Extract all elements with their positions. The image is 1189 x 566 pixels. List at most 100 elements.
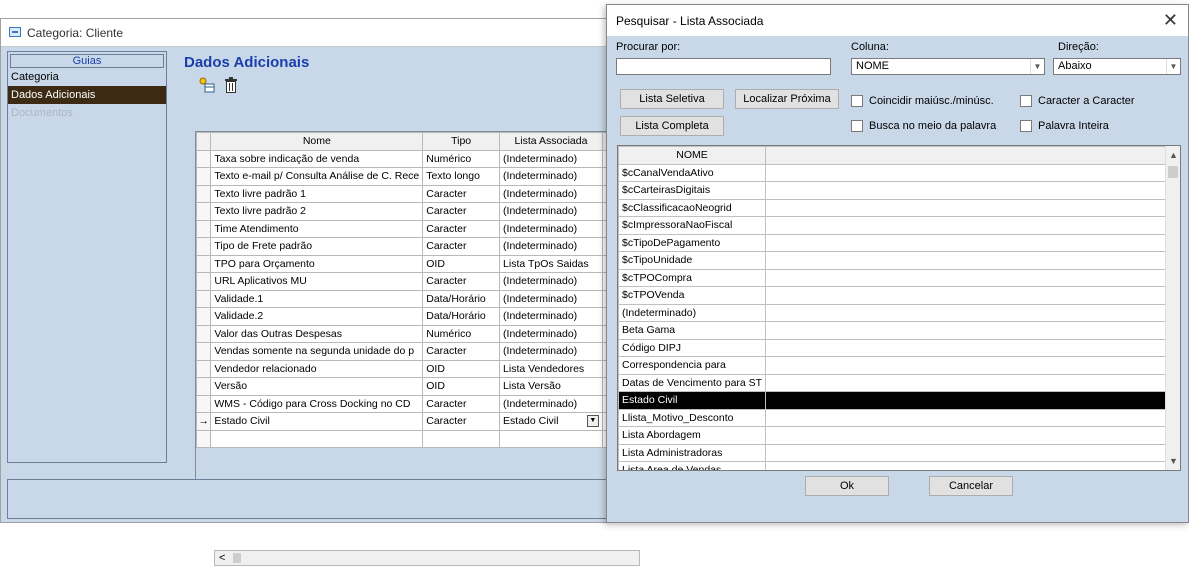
row-indicator[interactable] (195, 342, 212, 361)
list-item-nome[interactable]: Lista Abordagem (618, 426, 767, 445)
cell-nome[interactable]: Validade.1 (210, 289, 424, 308)
row-indicator[interactable] (195, 289, 212, 308)
list-item-nome[interactable]: Lista Administradoras (618, 443, 767, 462)
cell-tipo[interactable]: Caracter (422, 412, 501, 431)
list-item[interactable]: (Indeterminado) (618, 303, 1168, 322)
checkbox-box[interactable] (851, 95, 863, 108)
cell-lista[interactable]: (Indeterminado) (499, 342, 603, 361)
table-row[interactable]: Tipo de Frete padrão Caracter (Indetermina… (195, 237, 621, 256)
list-item-nome[interactable]: (Indeterminado) (618, 303, 767, 322)
dropdown-arrow-icon[interactable]: ▼ (586, 415, 599, 427)
localizar-proxima-button[interactable]: Localizar Próxima (735, 89, 839, 109)
list-item-blank[interactable] (765, 443, 1168, 462)
table-row[interactable]: URL Aplicativos MU Caracter (Indeterminado… (195, 272, 621, 291)
cell-tipo[interactable]: Caracter (422, 342, 501, 361)
row-indicator[interactable] (195, 359, 212, 378)
table-row[interactable]: Validade.2Data/Horário(Indeterminado)9 (195, 307, 621, 326)
list-item[interactable]: $cTPOVenda (618, 286, 1168, 305)
cell-nome[interactable]: Tipo de Frete padrão (210, 237, 424, 256)
cell-nome[interactable]: TPO para Orçamento (210, 254, 424, 273)
list-item-nome[interactable]: $cCarteirasDigitais (618, 181, 767, 200)
list-item-blank[interactable] (765, 338, 1168, 357)
cell-tipo[interactable]: Caracter (422, 272, 501, 291)
empty-row[interactable] (195, 429, 621, 448)
ok-button[interactable]: Ok (805, 476, 889, 496)
cell-tipo[interactable]: OID (422, 254, 501, 273)
list-item-blank[interactable] (765, 391, 1168, 410)
list-item-nome[interactable]: Beta Gama (618, 321, 767, 340)
list-item-nome[interactable]: $cTPOCompra (618, 268, 767, 287)
table-row[interactable]: Taxa sobre indicação de venda Numérico (In… (195, 149, 621, 168)
list-item[interactable]: Beta Gama (618, 321, 1168, 340)
search-input[interactable] (616, 58, 831, 75)
cell-lista[interactable]: (Indeterminado) (499, 202, 603, 221)
cell-lista[interactable]: (Indeterminado) (499, 167, 603, 186)
list-item-nome[interactable]: Datas de Vencimento para ST (618, 373, 767, 392)
whole-word-checkbox[interactable]: Palavra Inteira (1020, 120, 1109, 134)
list-item-nome[interactable]: Estado Civil (618, 391, 767, 410)
list-item-blank[interactable] (765, 356, 1168, 375)
list-item-blank[interactable] (765, 408, 1168, 427)
cancelar-button[interactable]: Cancelar (929, 476, 1013, 496)
list-item-nome[interactable]: $cTPOVenda (618, 286, 767, 305)
cell-tipo[interactable]: Caracter (422, 184, 501, 203)
cell-nome[interactable]: Estado Civil (210, 412, 424, 431)
table-row[interactable]: Time Atendimento Caracter (Indeterminado) (195, 219, 621, 238)
direction-select[interactable]: Abaixo ▼ (1053, 58, 1181, 75)
row-indicator[interactable] (195, 237, 212, 256)
cell-lista[interactable]: (Indeterminado) (499, 394, 603, 413)
list-item-blank[interactable] (765, 321, 1168, 340)
list-item-nome[interactable]: $cTipoDePagamento (618, 233, 767, 252)
row-indicator[interactable] (195, 394, 212, 413)
list-item[interactable]: Código DIPJ (618, 338, 1168, 357)
cell-lista[interactable]: Lista TpOs Saidas (499, 254, 603, 273)
list-item[interactable]: $cTipoDePagamento (618, 233, 1168, 252)
list-item-blank[interactable] (765, 373, 1168, 392)
row-indicator[interactable] (195, 429, 212, 448)
lista-completa-button[interactable]: Lista Completa (620, 116, 724, 136)
list-item-blank[interactable] (765, 268, 1168, 287)
list-item-blank[interactable] (765, 216, 1168, 235)
list-item[interactable]: Lista Area de Vendas (618, 461, 1168, 470)
close-icon[interactable]: ✕ (1163, 10, 1178, 31)
cell-nome[interactable]: WMS - Código para Cross Docking no CD (210, 394, 424, 413)
table-row[interactable]: Validade.1Data/Horário(Indeterminado)9 (195, 289, 621, 308)
list-item-nome[interactable]: $cTipoUnidade (618, 251, 767, 270)
list-item-blank[interactable] (765, 181, 1168, 200)
cell-lista[interactable]: (Indeterminado) (499, 184, 603, 203)
scroll-up-icon[interactable]: ▲ (1169, 150, 1178, 160)
trash-icon[interactable] (224, 77, 238, 93)
cell-tipo[interactable]: OID (422, 377, 501, 396)
guia-item-categoria[interactable]: Categoria (8, 68, 166, 86)
list-item-blank[interactable] (765, 286, 1168, 305)
row-indicator[interactable] (195, 307, 212, 326)
char-by-char-checkbox[interactable]: Caracter a Caracter (1020, 95, 1135, 109)
list-item[interactable]: $cTPOCompra (618, 268, 1168, 287)
cell-lista[interactable]: (Indeterminado) (499, 289, 603, 308)
table-row[interactable]: Vendedor relacionado OID Lista Vendedores (195, 359, 621, 378)
row-indicator[interactable] (195, 254, 212, 273)
cell-nome[interactable]: Texto livre padrão 1 (210, 184, 424, 203)
checkbox-box[interactable] (851, 120, 863, 133)
cell-nome[interactable]: URL Aplicativos MU (210, 272, 424, 291)
list-item[interactable]: Datas de Vencimento para ST (618, 373, 1168, 392)
lista-seletiva-button[interactable]: Lista Seletiva (620, 89, 724, 109)
list-item[interactable]: $cCanalVendaAtivo (618, 163, 1168, 182)
list-item-blank[interactable] (765, 461, 1168, 470)
cell-lista[interactable]: Lista Versão (499, 377, 603, 396)
guia-item-documentos[interactable]: Documentos (8, 104, 166, 122)
cell-nome[interactable]: Vendedor relacionado (210, 359, 424, 378)
add-row-icon[interactable] (199, 77, 215, 93)
table-row[interactable]: WMS - Código para Cross Docking no CD Car… (195, 394, 621, 413)
cell-nome[interactable]: Versão (210, 377, 424, 396)
list-item[interactable]: $cCarteirasDigitais (618, 181, 1168, 200)
cell-lista[interactable]: (Indeterminado) (499, 149, 603, 168)
cell-lista[interactable]: Lista Vendedores (499, 359, 603, 378)
table-row[interactable]: Texto e-mail p/ Consulta Análise de C. R… (195, 167, 621, 186)
cell-empty[interactable] (499, 429, 603, 448)
table-row[interactable]: Vendas somente na segunda unidade do p Ca… (195, 342, 621, 361)
row-indicator[interactable] (195, 272, 212, 291)
row-indicator[interactable] (195, 219, 212, 238)
cell-tipo[interactable]: Caracter (422, 394, 501, 413)
cell-lista[interactable]: (Indeterminado) (499, 307, 603, 326)
